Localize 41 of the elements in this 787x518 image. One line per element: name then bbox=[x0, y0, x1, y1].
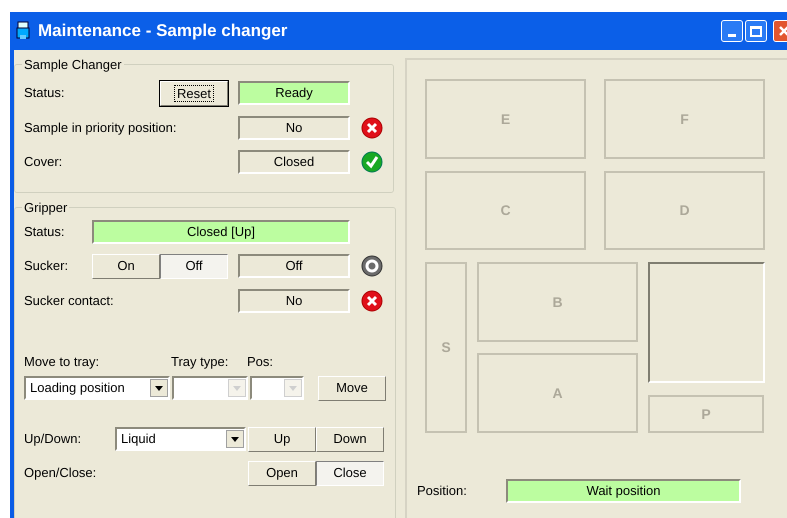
minimize-button[interactable] bbox=[721, 20, 743, 42]
push-button[interactable]: Close bbox=[316, 460, 384, 486]
field-label: Sucker: bbox=[24, 257, 70, 276]
maximize-button[interactable] bbox=[745, 20, 767, 42]
status-field: Wait position bbox=[506, 479, 741, 503]
status-field: Closed bbox=[238, 150, 350, 174]
tray-slot[interactable] bbox=[648, 262, 765, 383]
status-field: No bbox=[238, 288, 350, 312]
group-title: Gripper bbox=[23, 199, 68, 217]
push-button[interactable]: Up bbox=[248, 426, 316, 452]
field-label: Status: bbox=[24, 222, 66, 241]
push-button[interactable]: Open bbox=[248, 460, 316, 486]
status-field: Closed [Up] bbox=[92, 220, 350, 244]
field-label: Move to tray: bbox=[24, 353, 100, 371]
push-button[interactable]: On bbox=[92, 254, 160, 278]
push-button[interactable]: Reset bbox=[160, 80, 228, 106]
field-label: Status: bbox=[24, 84, 66, 102]
field-label: Up/Down: bbox=[24, 430, 82, 448]
group-title: Sample Changer bbox=[23, 56, 123, 74]
field-label: Cover: bbox=[24, 152, 64, 171]
indicator-icon bbox=[361, 255, 383, 277]
error-icon bbox=[361, 116, 383, 138]
app-icon bbox=[16, 21, 30, 41]
field-label: Position: bbox=[417, 482, 468, 500]
push-button[interactable]: Down bbox=[316, 426, 384, 452]
field-label: Sucker contact: bbox=[24, 292, 115, 310]
field-label: Tray type: bbox=[171, 353, 230, 371]
field-label: Sample in priority position: bbox=[24, 118, 178, 137]
dropdown[interactable]: Loading position bbox=[24, 376, 170, 400]
status-field: Off bbox=[238, 254, 350, 278]
field-label: Pos: bbox=[247, 353, 274, 371]
close-icon bbox=[778, 25, 787, 37]
status-field: No bbox=[238, 116, 350, 140]
dropdown[interactable]: Liquid bbox=[115, 427, 246, 451]
check-icon bbox=[361, 150, 383, 172]
push-button[interactable]: Off bbox=[160, 254, 228, 278]
push-button[interactable]: Move bbox=[318, 376, 386, 400]
status-field: Ready bbox=[238, 81, 350, 105]
field-label: Open/Close: bbox=[24, 464, 98, 482]
window-title: Maintenance - Sample changer bbox=[38, 20, 288, 42]
error-icon bbox=[361, 290, 383, 312]
